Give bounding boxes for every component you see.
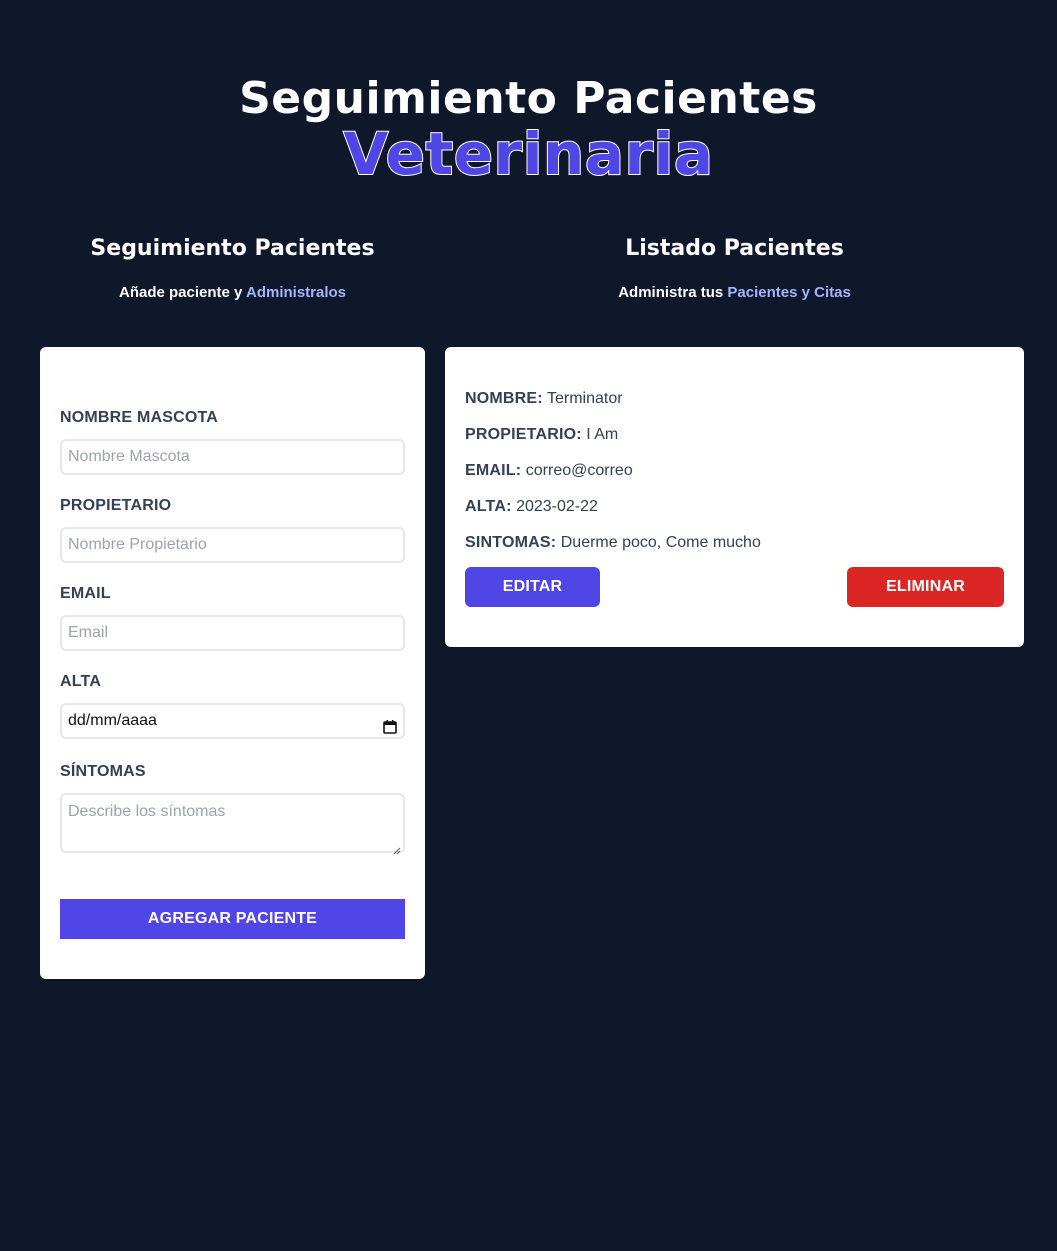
pet-name-input[interactable]: Nombre Mascota [60,439,405,475]
symptoms-label: SÍNTOMAS [60,763,146,780]
add-patient-button[interactable]: AGREGAR PACIENTE [60,899,405,939]
delete-button[interactable]: ELIMINAR [847,567,1004,607]
edit-button[interactable]: EDITAR [465,567,600,607]
date-input-text: dd/mm/aaaa [68,712,157,729]
patient-email-row: EMAIL: correo@correo [465,462,633,480]
patient-email-label: EMAIL: [465,462,522,479]
email-input[interactable]: Email [60,615,405,651]
owner-input[interactable]: Nombre Propietario [60,527,405,563]
patient-owner-value: I Am [586,426,619,443]
patient-symptoms-row: SINTOMAS: Duerme poco, Come mucho [465,534,761,552]
patient-symptoms-label: SINTOMAS: [465,534,557,551]
form-section-heading: Seguimiento Pacientes [90,236,375,261]
calendar-icon[interactable] [383,714,397,734]
page-title-accent: Veterinaria [342,120,714,188]
form-section-header: Seguimiento Pacientes Añade paciente y A… [40,234,425,301]
list-section-subtitle: Administra tus Pacientes y Citas [445,284,1024,301]
form-section-subtitle-highlight: Administralos [245,284,347,301]
page-title: Seguimiento Pacientes Veterinaria [0,72,1057,188]
patient-email-value: correo@correo [525,462,633,479]
page-title-line1: Seguimiento Pacientes [239,73,818,124]
patient-date-label: ALTA: [465,498,512,515]
patient-date-row: ALTA: 2023-02-22 [465,498,598,516]
patient-date-value: 2023-02-22 [516,498,598,515]
list-section-subtitle-highlight: Pacientes y Citas [727,284,851,301]
patient-name-row: NOMBRE: Terminator [465,390,623,408]
form-section-subtitle-text: Añade paciente y [118,284,246,301]
patient-symptoms-value: Duerme poco, Come mucho [560,534,761,551]
patient-card: NOMBRE: Terminator PROPIETARIO: I Am EMA… [445,347,1024,647]
symptoms-placeholder: Describe los síntomas [68,803,226,820]
date-label: ALTA [60,673,102,690]
pet-name-label: NOMBRE MASCOTA [60,409,219,426]
resize-handle-icon[interactable] [393,841,401,855]
owner-label: PROPIETARIO [60,497,172,514]
patient-owner-label: PROPIETARIO: [465,426,582,443]
list-section-header: Listado Pacientes Administra tus Pacient… [445,234,1024,301]
patient-name-label: NOMBRE: [465,390,543,407]
patient-form: NOMBRE MASCOTA Nombre Mascota PROPIETARI… [40,347,425,979]
date-input[interactable]: dd/mm/aaaa [60,703,405,739]
form-section-subtitle: Añade paciente y Administralos [40,284,425,301]
email-label: EMAIL [60,585,111,602]
symptoms-textarea[interactable]: Describe los síntomas [60,793,405,855]
patient-name-value: Terminator [547,390,623,407]
patient-owner-row: PROPIETARIO: I Am [465,426,618,444]
list-section-subtitle-text: Administra tus [618,284,728,301]
list-section-heading: Listado Pacientes [625,236,844,261]
